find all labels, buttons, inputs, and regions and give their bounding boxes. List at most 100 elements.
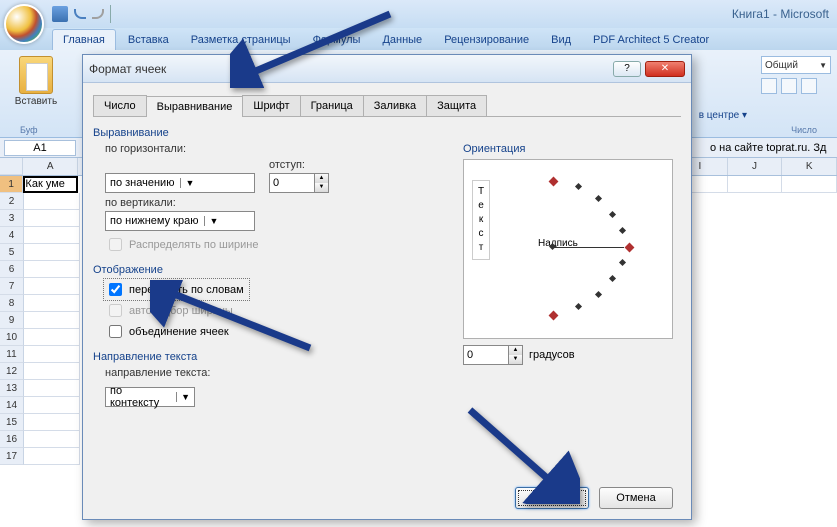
quick-access-toolbar <box>52 5 111 23</box>
tab-data[interactable]: Данные <box>372 30 432 50</box>
shrink-input <box>109 304 122 317</box>
cell[interactable] <box>782 176 837 193</box>
tab-alignment[interactable]: Выравнивание <box>146 96 244 117</box>
cell[interactable] <box>24 227 80 244</box>
group-caption-clipboard: Буф <box>20 125 38 135</box>
row-header[interactable]: 11 <box>0 346 24 363</box>
row-header[interactable]: 6 <box>0 261 24 278</box>
row-header[interactable]: 13 <box>0 380 24 397</box>
tab-formulas[interactable]: Формулы <box>303 30 371 50</box>
cell[interactable] <box>24 346 80 363</box>
help-button[interactable]: ? <box>613 61 641 77</box>
undo-icon[interactable] <box>74 9 86 19</box>
office-button[interactable] <box>4 4 44 44</box>
redo-icon[interactable] <box>92 9 104 19</box>
cell-a1[interactable]: Как уме <box>23 176 78 193</box>
row-header[interactable]: 14 <box>0 397 24 414</box>
shrink-checkbox: автоподбор ширины <box>105 301 413 320</box>
cell[interactable] <box>24 363 80 380</box>
indent-spinner[interactable]: ▲▼ <box>269 173 329 193</box>
spin-up-icon[interactable]: ▲ <box>314 174 328 183</box>
row-header[interactable]: 16 <box>0 431 24 448</box>
vertical-text-button[interactable]: Т е к с т <box>472 180 490 260</box>
orientation-label: Ориентация <box>463 143 673 155</box>
row-header[interactable]: 3 <box>0 210 24 227</box>
merge-input[interactable] <box>109 325 122 338</box>
tab-font[interactable]: Шрифт <box>242 95 300 116</box>
tab-review[interactable]: Рецензирование <box>434 30 539 50</box>
format-cells-dialog: Формат ячеек ? ✕ Число Выравнивание Шриф… <box>82 54 692 520</box>
col-header[interactable]: J <box>728 158 783 175</box>
name-box[interactable]: A1 <box>4 140 76 156</box>
tab-view[interactable]: Вид <box>541 30 581 50</box>
row-header[interactable]: 1 <box>0 176 23 193</box>
cancel-button[interactable]: Отмена <box>599 487 673 509</box>
cell[interactable] <box>24 414 80 431</box>
wrap-text-checkbox[interactable]: переносить по словам <box>105 280 248 299</box>
row-header[interactable]: 8 <box>0 295 24 312</box>
label-horizontal: по горизонтали: <box>105 143 413 155</box>
spin-down-icon[interactable]: ▼ <box>314 183 328 192</box>
degrees-input[interactable] <box>464 346 508 364</box>
number-format-combo[interactable]: Общий ▼ <box>761 56 831 74</box>
select-all-corner[interactable] <box>0 158 23 175</box>
currency-icon[interactable] <box>761 78 777 94</box>
cell[interactable] <box>24 278 80 295</box>
cell[interactable] <box>24 193 80 210</box>
merge-center-label[interactable]: в центре ▾ <box>699 110 747 121</box>
cell[interactable] <box>24 210 80 227</box>
tab-number[interactable]: Число <box>93 95 147 116</box>
vertical-select[interactable]: по нижнему краю ▼ <box>105 211 255 231</box>
cell[interactable] <box>24 380 80 397</box>
tab-fill[interactable]: Заливка <box>363 95 427 116</box>
degrees-spinner[interactable]: ▲▼ <box>463 345 523 365</box>
comma-icon[interactable] <box>801 78 817 94</box>
text-direction-select[interactable]: по контексту ▼ <box>105 387 195 407</box>
cell[interactable] <box>24 261 80 278</box>
col-header[interactable]: A <box>23 158 78 175</box>
cell[interactable] <box>728 176 783 193</box>
row-header[interactable]: 4 <box>0 227 24 244</box>
spin-down-icon[interactable]: ▼ <box>508 355 522 364</box>
ok-button[interactable]: ОК <box>515 487 589 509</box>
paste-icon[interactable] <box>19 56 53 94</box>
tab-insert[interactable]: Вставка <box>118 30 179 50</box>
horizontal-select[interactable]: по значению ▼ <box>105 173 255 193</box>
row-header[interactable]: 12 <box>0 363 24 380</box>
orientation-frame[interactable]: Т е к с т Надпись <box>463 159 673 339</box>
close-button[interactable]: ✕ <box>645 61 685 77</box>
merge-label: объединение ячеек <box>129 326 229 338</box>
row-header[interactable]: 15 <box>0 414 24 431</box>
label-indent: отступ: <box>269 159 329 171</box>
cell[interactable] <box>24 397 80 414</box>
save-icon[interactable] <box>52 6 68 22</box>
row-header[interactable]: 2 <box>0 193 24 210</box>
tab-pdf[interactable]: PDF Architect 5 Creator <box>583 30 719 50</box>
distribute-label: Распределять по ширине <box>129 239 258 251</box>
tab-border[interactable]: Граница <box>300 95 364 116</box>
orientation-arc[interactable] <box>510 172 660 322</box>
row-header[interactable]: 5 <box>0 244 24 261</box>
dialog-titlebar[interactable]: Формат ячеек ? ✕ <box>83 55 691 83</box>
wrap-text-input[interactable] <box>109 283 122 296</box>
tab-pagelayout[interactable]: Разметка страницы <box>181 30 301 50</box>
paste-label[interactable]: Вставить <box>10 96 62 107</box>
chevron-down-icon: ▼ <box>819 61 827 70</box>
cell[interactable] <box>24 448 80 465</box>
cell[interactable] <box>24 329 80 346</box>
row-header[interactable]: 17 <box>0 448 24 465</box>
indent-input[interactable] <box>270 174 314 192</box>
row-header[interactable]: 10 <box>0 329 24 346</box>
col-header[interactable]: K <box>782 158 837 175</box>
merge-checkbox[interactable]: объединение ячеек <box>105 322 413 341</box>
cell[interactable] <box>24 295 80 312</box>
tab-protection[interactable]: Защита <box>426 95 487 116</box>
row-header[interactable]: 9 <box>0 312 24 329</box>
percent-icon[interactable] <box>781 78 797 94</box>
spin-up-icon[interactable]: ▲ <box>508 346 522 355</box>
cell[interactable] <box>24 244 80 261</box>
tab-home[interactable]: Главная <box>52 29 116 50</box>
cell[interactable] <box>24 431 80 448</box>
cell[interactable] <box>24 312 80 329</box>
row-header[interactable]: 7 <box>0 278 24 295</box>
